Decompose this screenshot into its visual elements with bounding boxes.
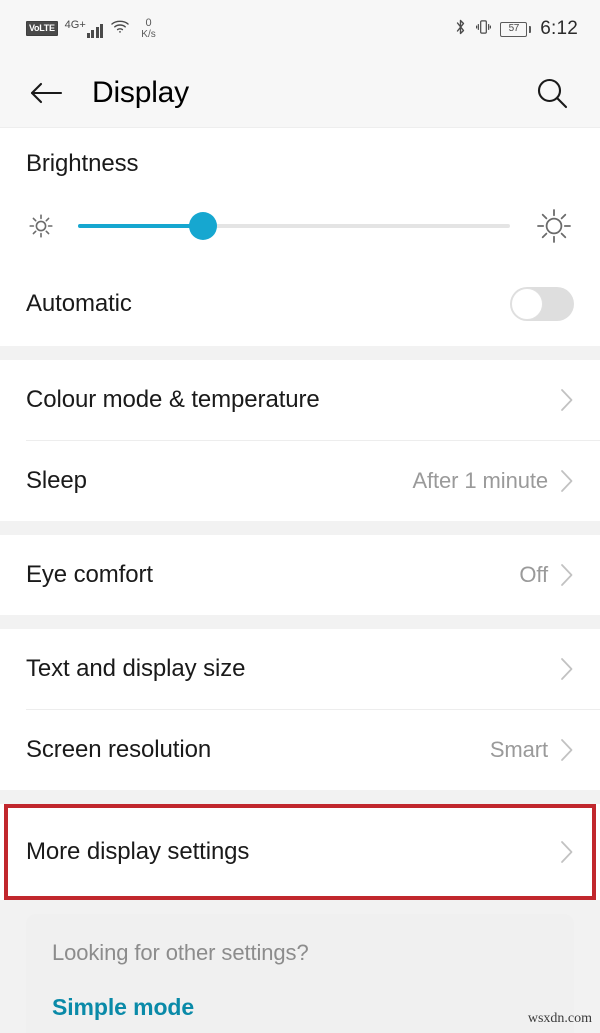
chevron-right-icon (561, 739, 573, 761)
row-label: Eye comfort (26, 561, 153, 588)
chevron-right-icon (561, 658, 573, 680)
group-eye-comfort: Eye comfort Off (0, 535, 600, 615)
back-arrow-icon (30, 82, 63, 103)
watermark: wsxdn.com (527, 1011, 592, 1026)
other-settings-card: Looking for other settings? Simple mode (26, 914, 574, 1033)
automatic-brightness-row[interactable]: Automatic (0, 262, 600, 346)
brightness-group: Brightness Automatic (0, 128, 600, 346)
row-more-display-settings[interactable]: More display settings (0, 804, 600, 900)
brightness-slider-row (26, 200, 574, 252)
search-icon (537, 78, 568, 108)
row-value: Off (519, 562, 548, 587)
back-button[interactable] (26, 73, 66, 113)
chevron-right-icon (561, 564, 573, 586)
automatic-label: Automatic (26, 290, 132, 317)
row-label: Text and display size (26, 655, 246, 682)
row-value: After 1 minute (412, 468, 548, 493)
brightness-title: Brightness (26, 150, 139, 177)
battery-icon: 57 (500, 21, 532, 37)
settings-list: Brightness Automatic Colour mode & tempe… (0, 128, 600, 1033)
signal-bars-icon: 4G+ (64, 18, 104, 38)
simple-mode-link[interactable]: Simple mode (52, 994, 548, 1021)
row-sleep[interactable]: Sleep After 1 minute (0, 441, 600, 521)
brightness-block: Brightness (0, 128, 600, 262)
row-colour-mode-temperature[interactable]: Colour mode & temperature (0, 360, 600, 440)
data-speed-indicator: 0 K/s (141, 16, 156, 40)
status-bar: VoLTE 4G+ 0 K/s 57 6:12 (0, 0, 600, 58)
automatic-toggle[interactable] (510, 287, 574, 321)
group-separator (0, 615, 600, 629)
chevron-right-icon (561, 470, 573, 492)
bluetooth-icon (454, 18, 467, 41)
sun-large-icon (537, 209, 571, 243)
group-text-resolution: Text and display size Screen resolution … (0, 629, 600, 790)
wifi-icon (110, 18, 130, 39)
data-speed-unit: K/s (141, 28, 156, 40)
toggle-knob (511, 288, 543, 320)
group-separator (0, 346, 600, 360)
group-colour-sleep: Colour mode & temperature Sleep After 1 … (0, 360, 600, 521)
chevron-right-icon (561, 841, 573, 863)
network-type-label: 4G+ (64, 18, 86, 31)
group-more-display-settings: More display settings (0, 804, 600, 900)
brightness-slider[interactable] (78, 209, 510, 243)
chevron-right-icon (561, 389, 573, 411)
sun-small-icon (29, 214, 53, 238)
row-eye-comfort[interactable]: Eye comfort Off (0, 535, 600, 615)
signal-strength-bars (86, 23, 104, 38)
group-separator (0, 790, 600, 804)
battery-level-label: 57 (508, 23, 520, 34)
other-settings-question: Looking for other settings? (52, 940, 309, 965)
app-bar: Display (0, 58, 600, 128)
volte-icon: VoLTE (26, 21, 58, 37)
row-value: Smart (489, 737, 548, 762)
status-bar-clock: 6:12 (540, 18, 578, 39)
search-button[interactable] (530, 71, 574, 115)
slider-fill (78, 224, 204, 228)
slider-thumb[interactable] (189, 212, 218, 240)
phone-screen: VoLTE 4G+ 0 K/s 57 6:12 Display Brightne… (0, 0, 600, 1033)
row-label: Screen resolution (26, 736, 212, 763)
group-separator (0, 521, 600, 535)
status-bar-right: 57 6:12 (454, 18, 578, 41)
vibrate-icon (476, 18, 492, 41)
row-label: Colour mode & temperature (26, 386, 320, 413)
row-text-and-display-size[interactable]: Text and display size (0, 629, 600, 709)
status-bar-left: VoLTE 4G+ 0 K/s (26, 16, 156, 40)
row-label: Sleep (26, 467, 87, 494)
data-speed-value: 0 (145, 16, 152, 29)
row-screen-resolution[interactable]: Screen resolution Smart (0, 710, 600, 790)
row-label: More display settings (26, 838, 250, 865)
page-title: Display (92, 75, 189, 109)
